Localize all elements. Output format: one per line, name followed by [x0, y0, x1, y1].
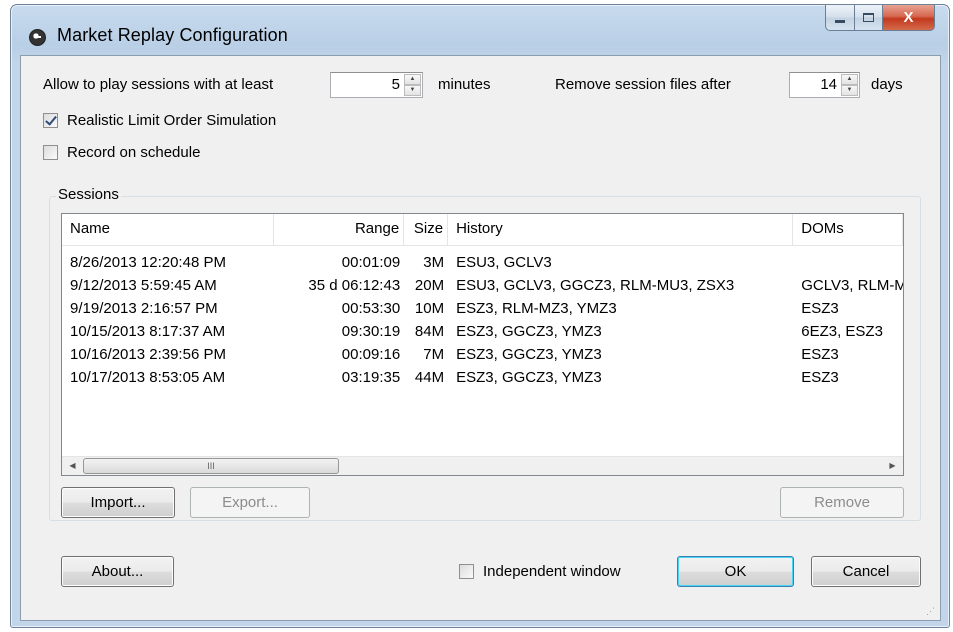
table-row[interactable]: 9/19/2013 2:16:57 PM 00:53:30 10M ESZ3, …: [62, 297, 903, 320]
cell-size: 7M: [423, 346, 445, 363]
cell-name: 10/17/2013 8:53:05 AM: [70, 369, 226, 386]
cell-history: ESZ3, GGCZ3, YMZ3: [456, 369, 602, 386]
table-row[interactable]: 9/12/2013 5:59:45 AM 35 d 06:12:43 20M E…: [62, 274, 903, 297]
cell-name: 10/16/2013 2:39:56 PM: [70, 346, 226, 363]
min-play-minutes-spinner[interactable]: 5 ▲ ▼: [330, 72, 423, 98]
maximize-icon: [863, 13, 874, 22]
sessions-rows: 8/26/2013 12:20:48 PM 00:01:09 3M ESU3, …: [62, 251, 903, 389]
record-on-schedule-label: Record on schedule: [67, 144, 201, 161]
independent-window-checkbox[interactable]: Independent window: [459, 563, 621, 580]
spin-up-icon[interactable]: ▲: [404, 74, 421, 85]
resize-grip-icon[interactable]: ⋰: [926, 606, 938, 618]
cell-doms: ESZ3: [801, 369, 839, 386]
cell-history: ESU3, GCLV3: [456, 254, 552, 271]
minimize-button[interactable]: [825, 5, 855, 31]
checkbox-unchecked-icon[interactable]: [43, 145, 58, 160]
cell-name: 9/19/2013 2:16:57 PM: [70, 300, 218, 317]
cell-size: 3M: [423, 254, 445, 271]
table-row[interactable]: 10/17/2013 8:53:05 AM 03:19:35 44M ESZ3,…: [62, 366, 903, 389]
checkbox-checked-icon[interactable]: [43, 113, 58, 128]
cell-history: ESZ3, RLM-MZ3, YMZ3: [456, 300, 617, 317]
maximize-button[interactable]: [855, 5, 883, 31]
sessions-list-header: Name Range Size History DOMs: [62, 214, 903, 246]
cell-history: ESU3, GCLV3, GGCZ3, RLM-MU3, ZSX3: [456, 277, 735, 294]
column-header-history[interactable]: History: [448, 214, 794, 246]
scroll-thumb[interactable]: III: [83, 458, 339, 474]
spin-down-icon[interactable]: ▼: [404, 85, 421, 96]
scroll-right-icon[interactable]: ▶: [884, 457, 901, 475]
table-row[interactable]: 8/26/2013 12:20:48 PM 00:01:09 3M ESU3, …: [62, 251, 903, 274]
cell-history: ESZ3, GGCZ3, YMZ3: [456, 323, 602, 340]
spinner-arrows: ▲ ▼: [841, 74, 858, 96]
cell-name: 10/15/2013 8:17:37 AM: [70, 323, 226, 340]
cell-doms: [793, 251, 903, 274]
remove-after-label: Remove session files after: [555, 76, 731, 93]
column-header-range[interactable]: Range: [274, 214, 405, 246]
sessions-list[interactable]: Name Range Size History DOMs 8/26/2013 1…: [61, 213, 904, 476]
cell-doms: GCLV3, RLM-M: [801, 277, 903, 294]
cancel-button[interactable]: Cancel: [811, 556, 921, 587]
close-icon: X: [903, 9, 914, 26]
column-header-doms[interactable]: DOMs: [793, 214, 903, 246]
cell-range: 00:01:09: [341, 254, 401, 271]
column-header-size[interactable]: Size: [404, 214, 449, 246]
cell-history: ESZ3, GGCZ3, YMZ3: [456, 346, 602, 363]
cell-size: 44M: [414, 369, 445, 386]
realistic-limit-order-checkbox[interactable]: Realistic Limit Order Simulation: [43, 112, 276, 129]
remove-after-value: 14: [820, 76, 837, 93]
min-play-value: 5: [391, 76, 400, 93]
cell-doms: ESZ3: [801, 346, 839, 363]
checkbox-unchecked-icon[interactable]: [459, 564, 474, 579]
spinner-arrows: ▲ ▼: [404, 74, 421, 96]
cell-name: 8/26/2013 12:20:48 PM: [70, 254, 226, 271]
column-header-name[interactable]: Name: [62, 214, 275, 246]
table-row[interactable]: 10/16/2013 2:39:56 PM 00:09:16 7M ESZ3, …: [62, 343, 903, 366]
cell-range: 03:19:35: [341, 369, 401, 386]
cell-doms: ESZ3: [801, 300, 839, 317]
app-icon[interactable]: [29, 29, 46, 46]
cell-size: 10M: [414, 300, 445, 317]
scroll-left-icon[interactable]: ◀: [64, 457, 81, 475]
minimize-icon: [835, 20, 845, 23]
min-play-unit: minutes: [438, 76, 491, 93]
close-button[interactable]: X: [883, 5, 935, 31]
cell-range: 00:09:16: [341, 346, 401, 363]
remove-after-unit: days: [871, 76, 903, 93]
dialog-client-area: Allow to play sessions with at least 5 ▲…: [20, 55, 941, 621]
horizontal-scrollbar[interactable]: ◀ III ▶: [62, 456, 903, 475]
dialog-window: Market Replay Configuration X Allow to p…: [10, 4, 950, 628]
spin-up-icon[interactable]: ▲: [841, 74, 858, 85]
title-bar[interactable]: Market Replay Configuration X: [11, 5, 949, 55]
window-title: Market Replay Configuration: [57, 25, 288, 45]
remove-after-days-spinner[interactable]: 14 ▲ ▼: [789, 72, 860, 98]
remove-button[interactable]: Remove: [780, 487, 904, 518]
cell-size: 20M: [414, 277, 445, 294]
import-button[interactable]: Import...: [61, 487, 175, 518]
cell-range: 00:53:30: [341, 300, 401, 317]
sessions-group-label: Sessions: [56, 186, 121, 203]
table-row[interactable]: 10/15/2013 8:17:37 AM 09:30:19 84M ESZ3,…: [62, 320, 903, 343]
spin-down-icon[interactable]: ▼: [841, 85, 858, 96]
ok-button[interactable]: OK: [677, 556, 794, 587]
cell-name: 9/12/2013 5:59:45 AM: [70, 277, 217, 294]
independent-window-label: Independent window: [483, 563, 621, 580]
min-play-label: Allow to play sessions with at least: [43, 76, 274, 93]
cell-range: 35 d 06:12:43: [308, 277, 401, 294]
cell-doms: 6EZ3, ESZ3: [801, 323, 883, 340]
record-on-schedule-checkbox[interactable]: Record on schedule: [43, 144, 200, 161]
cell-range: 09:30:19: [341, 323, 401, 340]
caption-buttons: X: [825, 5, 935, 31]
realistic-limit-order-label: Realistic Limit Order Simulation: [67, 112, 277, 129]
export-button[interactable]: Export...: [190, 487, 310, 518]
cell-size: 84M: [414, 323, 445, 340]
about-button[interactable]: About...: [61, 556, 174, 587]
